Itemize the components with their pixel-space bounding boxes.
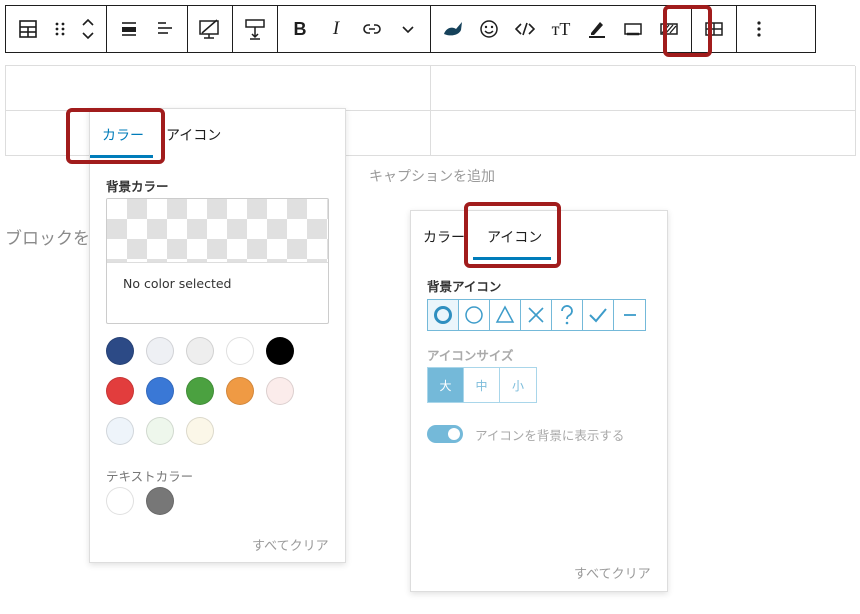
color-swatch[interactable] xyxy=(146,417,174,445)
question-icon[interactable] xyxy=(552,300,583,330)
move-up-down-icon[interactable] xyxy=(74,6,102,52)
italic-label: I xyxy=(332,18,340,39)
more-options-icon[interactable] xyxy=(741,6,777,52)
color-swatch[interactable] xyxy=(106,487,134,515)
color-swatch[interactable] xyxy=(106,337,134,365)
size-medium[interactable]: 中 xyxy=(464,368,500,402)
highlight-cell-background xyxy=(663,5,712,57)
frame-icon[interactable] xyxy=(615,6,651,52)
toolbar-group-view xyxy=(188,6,233,52)
link-icon[interactable] xyxy=(354,6,390,52)
table-cell[interactable] xyxy=(431,111,856,156)
font-size-label: тT xyxy=(551,18,571,39)
color-swatch[interactable] xyxy=(146,377,174,405)
size-small[interactable]: 小 xyxy=(500,368,536,402)
highlight-color-tab xyxy=(66,108,165,164)
check-icon[interactable] xyxy=(583,300,614,330)
color-swatch[interactable] xyxy=(226,337,254,365)
color-preview: No color selected xyxy=(106,198,329,324)
icon-size-label: アイコンサイズ xyxy=(427,348,514,363)
chevron-down-icon[interactable] xyxy=(390,6,426,52)
minus-icon[interactable] xyxy=(614,300,645,330)
color-swatch[interactable] xyxy=(106,417,134,445)
toggle-label: アイコンを背景に表示する xyxy=(475,428,625,443)
caption-placeholder[interactable]: キャプションを追加 xyxy=(369,166,495,186)
drag-handle-icon[interactable] xyxy=(46,6,74,52)
toolbar-group-insert xyxy=(233,6,278,52)
circle-bold-icon[interactable] xyxy=(428,300,459,330)
icon-background-toggle[interactable] xyxy=(427,425,463,443)
transparent-checker xyxy=(107,199,328,262)
color-swatch[interactable] xyxy=(266,377,294,405)
table-cell[interactable] xyxy=(6,66,431,111)
desktop-icon[interactable] xyxy=(192,6,228,52)
color-swatch[interactable] xyxy=(146,487,174,515)
text-color-label: テキストカラー xyxy=(106,469,194,484)
text-color-icon[interactable] xyxy=(579,6,615,52)
toggle-knob xyxy=(448,428,460,440)
clear-all-button[interactable]: すべてクリア xyxy=(574,563,651,582)
tab-color[interactable]: カラー xyxy=(423,227,465,247)
table-icon[interactable] xyxy=(10,6,46,52)
bg-color-label: 背景カラー xyxy=(106,179,169,194)
table-cell[interactable] xyxy=(431,66,856,111)
color-swatch[interactable] xyxy=(186,417,214,445)
insert-row-icon[interactable] xyxy=(237,6,273,52)
highlight-icon-tab xyxy=(464,202,561,268)
toolbar-group-block xyxy=(6,6,107,52)
justify-icon[interactable] xyxy=(147,6,183,52)
bold-icon[interactable]: B xyxy=(282,6,318,52)
bold-label: B xyxy=(293,18,307,39)
block-hint-text: ブロックを xyxy=(5,229,90,249)
font-size-icon[interactable]: тT xyxy=(543,6,579,52)
italic-icon[interactable]: I xyxy=(318,6,354,52)
code-icon[interactable] xyxy=(507,6,543,52)
cross-icon[interactable] xyxy=(521,300,552,330)
color-swatch[interactable] xyxy=(226,377,254,405)
color-swatch[interactable] xyxy=(266,337,294,365)
bg-icon-label: 背景アイコン xyxy=(427,279,502,294)
color-swatch[interactable] xyxy=(186,377,214,405)
color-swatch[interactable] xyxy=(106,377,134,405)
color-swatch[interactable] xyxy=(186,337,214,365)
color-panel: カラー アイコン 背景カラー No color selected テキストカラー… xyxy=(89,108,346,563)
color-swatch[interactable] xyxy=(146,337,174,365)
icon-option-row xyxy=(427,299,646,331)
no-color-text: No color selected xyxy=(123,276,232,291)
toolbar-group-more xyxy=(737,6,781,52)
icon-size-selector: 大 中 小 xyxy=(427,367,537,403)
emoji-icon[interactable] xyxy=(471,6,507,52)
size-large[interactable]: 大 xyxy=(428,368,464,402)
circle-icon[interactable] xyxy=(459,300,490,330)
tab-icon[interactable]: アイコン xyxy=(166,125,221,145)
highlighter-icon[interactable] xyxy=(435,6,471,52)
clear-all-button[interactable]: すべてクリア xyxy=(252,535,329,554)
toolbar-group-extras: тT xyxy=(431,6,692,52)
triangle-icon[interactable] xyxy=(490,300,521,330)
toolbar-group-align xyxy=(107,6,188,52)
preview-divider xyxy=(107,262,328,263)
toolbar-group-format: B I xyxy=(278,6,431,52)
align-icon[interactable] xyxy=(111,6,147,52)
